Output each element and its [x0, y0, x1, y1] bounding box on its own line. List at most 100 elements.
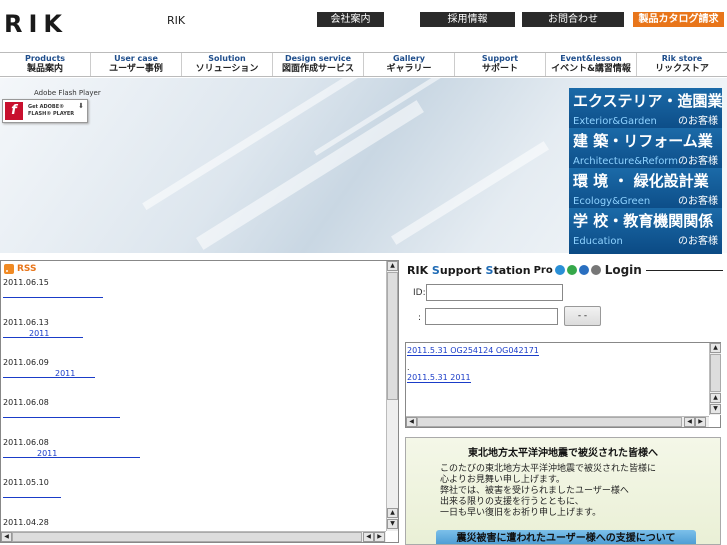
- links-vertical-scrollbar[interactable]: ▲ ▲ ▼: [709, 343, 721, 415]
- notice-body: このたびの東北地方太平洋沖地震で被災された皆様に 心よりお見舞い申し上げます。 …: [440, 464, 720, 519]
- nav-en-label: Design service: [284, 54, 352, 63]
- news-link[interactable]: 2011: [3, 329, 83, 338]
- scroll-thumb[interactable]: [710, 354, 721, 392]
- nav-jp-label: リックストア: [655, 64, 709, 74]
- id-input[interactable]: [426, 284, 563, 301]
- circle-icon: [566, 265, 577, 275]
- get-flash-player-badge[interactable]: f Get ADOBE® FLASH® PLAYER ⬇: [2, 99, 88, 123]
- scroll-left-icon[interactable]: ◀: [684, 417, 695, 427]
- support-link[interactable]: 2011.5.31 2011: [407, 373, 471, 383]
- nav-en-label: Solution: [208, 54, 246, 63]
- news-date: 2011.06.13: [3, 318, 49, 327]
- nav-jp-label: ソリューション: [195, 64, 259, 74]
- news-item: 2011.06.13 2011: [3, 316, 383, 356]
- login-label: Login: [604, 263, 642, 277]
- support-link-note: .: [407, 363, 410, 372]
- news-date: 2011.06.15: [3, 278, 49, 287]
- decorative-ray: [196, 100, 424, 250]
- customer-en-label: Exterior&Garden: [573, 116, 657, 127]
- rik-logo[interactable]: RIK: [4, 10, 68, 38]
- scroll-left-icon[interactable]: ◀: [1, 532, 12, 542]
- nav-en-label: Event&lesson: [560, 54, 622, 63]
- nav-jp-label: サポート: [481, 64, 518, 74]
- nav-rik-store[interactable]: Rik store リックストア: [636, 53, 727, 76]
- support-link[interactable]: 2011.5.31 OG254124 OG042171: [407, 346, 539, 356]
- news-link[interactable]: [3, 489, 61, 498]
- flash-logo-icon: f: [5, 102, 23, 120]
- nav-jp-label: ユーザー事例: [109, 64, 163, 74]
- support-links-box: 2011.5.31 OG254124 OG042171 . 2011.5.31 …: [405, 342, 721, 428]
- scroll-up-icon[interactable]: ▲: [710, 393, 721, 403]
- news-horizontal-scrollbar[interactable]: ◀ ◀ ▶: [1, 531, 386, 542]
- scroll-right-icon[interactable]: ▶: [374, 532, 385, 542]
- customer-en-label: Ecology&Green: [573, 196, 651, 207]
- customer-suffix: のお客様: [678, 196, 718, 207]
- earthquake-notice: 東北地方太平洋沖地震で被災された皆様へ このたびの東北地方太平洋沖地震で被災され…: [405, 437, 721, 545]
- pro-label: Pro: [533, 264, 553, 276]
- nav-gallery[interactable]: Gallery ギャラリー: [363, 53, 454, 76]
- login-button[interactable]: - -: [564, 306, 601, 326]
- customer-jp-label: エクステリア・造園業: [573, 92, 723, 110]
- disaster-support-button[interactable]: 震災被害に遭われたユーザー様への支援について: [436, 530, 696, 544]
- nav-design-service[interactable]: Design service 図面作成サービス: [272, 53, 363, 76]
- catalog-request-button[interactable]: 製品カタログ請求: [633, 12, 724, 27]
- news-link[interactable]: [3, 409, 120, 418]
- news-date: 2011.04.28: [3, 518, 49, 527]
- scroll-up-icon[interactable]: ▲: [710, 343, 721, 353]
- news-link[interactable]: [3, 289, 103, 298]
- nav-jp-label: ギャラリー: [386, 64, 432, 74]
- scroll-thumb[interactable]: [387, 272, 398, 400]
- circle-icon: [554, 265, 565, 275]
- scroll-up-icon[interactable]: ▲: [387, 508, 398, 518]
- rss-label: RSS: [17, 264, 37, 274]
- scroll-down-icon[interactable]: ▼: [387, 519, 398, 529]
- news-vertical-scrollbar[interactable]: ▲ ▲ ▼: [386, 261, 398, 531]
- notice-line: 一日も早い復旧をお祈り申し上げます。: [440, 508, 602, 518]
- notice-line: このたびの東北地方太平洋沖地震で被災された皆様に: [440, 464, 657, 474]
- nav-en-label: Products: [24, 54, 66, 63]
- scroll-right-icon[interactable]: ▶: [695, 417, 706, 427]
- nav-jp-label: イベント&講習情報: [551, 64, 631, 74]
- rss-icon: [4, 264, 14, 274]
- news-item: 2011.06.09 2011: [3, 356, 383, 396]
- recruit-button[interactable]: 採用情報: [420, 12, 515, 27]
- support-station-header: RIK Support Station Pro Login: [407, 262, 723, 278]
- nav-support[interactable]: Support サポート: [454, 53, 545, 76]
- rss-header[interactable]: RSS: [4, 264, 37, 274]
- scroll-down-icon[interactable]: ▼: [710, 404, 721, 414]
- contact-button[interactable]: お問合わせ: [522, 12, 624, 27]
- site-name: RIK: [167, 14, 186, 27]
- links-horizontal-scrollbar[interactable]: ◀ ◀ ▶: [406, 416, 709, 427]
- nav-user-case[interactable]: User case ユーザー事例: [90, 53, 181, 76]
- nav-en-label: Support: [481, 54, 519, 63]
- circle-icon: [578, 265, 589, 275]
- flash-badge-text: Get ADOBE® FLASH® PLAYER: [28, 104, 75, 117]
- news-item: 2011.05.10: [3, 476, 383, 516]
- company-info-button[interactable]: 会社案内: [317, 12, 384, 27]
- main-nav: Products 製品案内 User case ユーザー事例 Solution ソリュ…: [0, 52, 727, 77]
- news-item: 2011.06.08 2011: [3, 436, 383, 476]
- scroll-thumb[interactable]: [12, 532, 362, 542]
- nav-solution[interactable]: Solution ソリューション: [181, 53, 272, 76]
- news-list: 2011.06.15 2011.06.13 2011 2011.06.09 2011…: [3, 276, 383, 545]
- customer-jp-label: 環 境 ・ 緑化設計業: [573, 172, 709, 190]
- scroll-left-icon[interactable]: ◀: [406, 417, 417, 427]
- scroll-left-icon[interactable]: ◀: [363, 532, 374, 542]
- news-link[interactable]: 2011: [3, 449, 140, 458]
- nav-en-label: Gallery: [392, 54, 426, 63]
- password-input[interactable]: [425, 308, 558, 325]
- flash-player-label: Adobe Flash Player: [34, 89, 101, 97]
- news-date: 2011.06.09: [3, 358, 49, 367]
- page: RIK RIK 会社案内 採用情報 お問合わせ 製品カタログ請求 Product…: [0, 0, 727, 545]
- nav-en-label: Rik store: [661, 54, 703, 63]
- customer-jp-label: 建 築・リフォーム業: [573, 132, 713, 150]
- scroll-thumb[interactable]: [417, 417, 682, 427]
- scroll-up-icon[interactable]: ▲: [387, 261, 398, 271]
- news-item: 2011.06.15: [3, 276, 383, 316]
- customer-education-button[interactable]: 学 校・教育機関関係 Education のお客様: [569, 208, 722, 254]
- decorative-ray: [391, 141, 549, 245]
- news-link[interactable]: 2011: [3, 369, 95, 378]
- nav-products[interactable]: Products 製品案内: [0, 53, 90, 76]
- logo-text: RIK: [4, 10, 69, 38]
- nav-event-lesson[interactable]: Event&lesson イベント&講習情報: [545, 53, 636, 76]
